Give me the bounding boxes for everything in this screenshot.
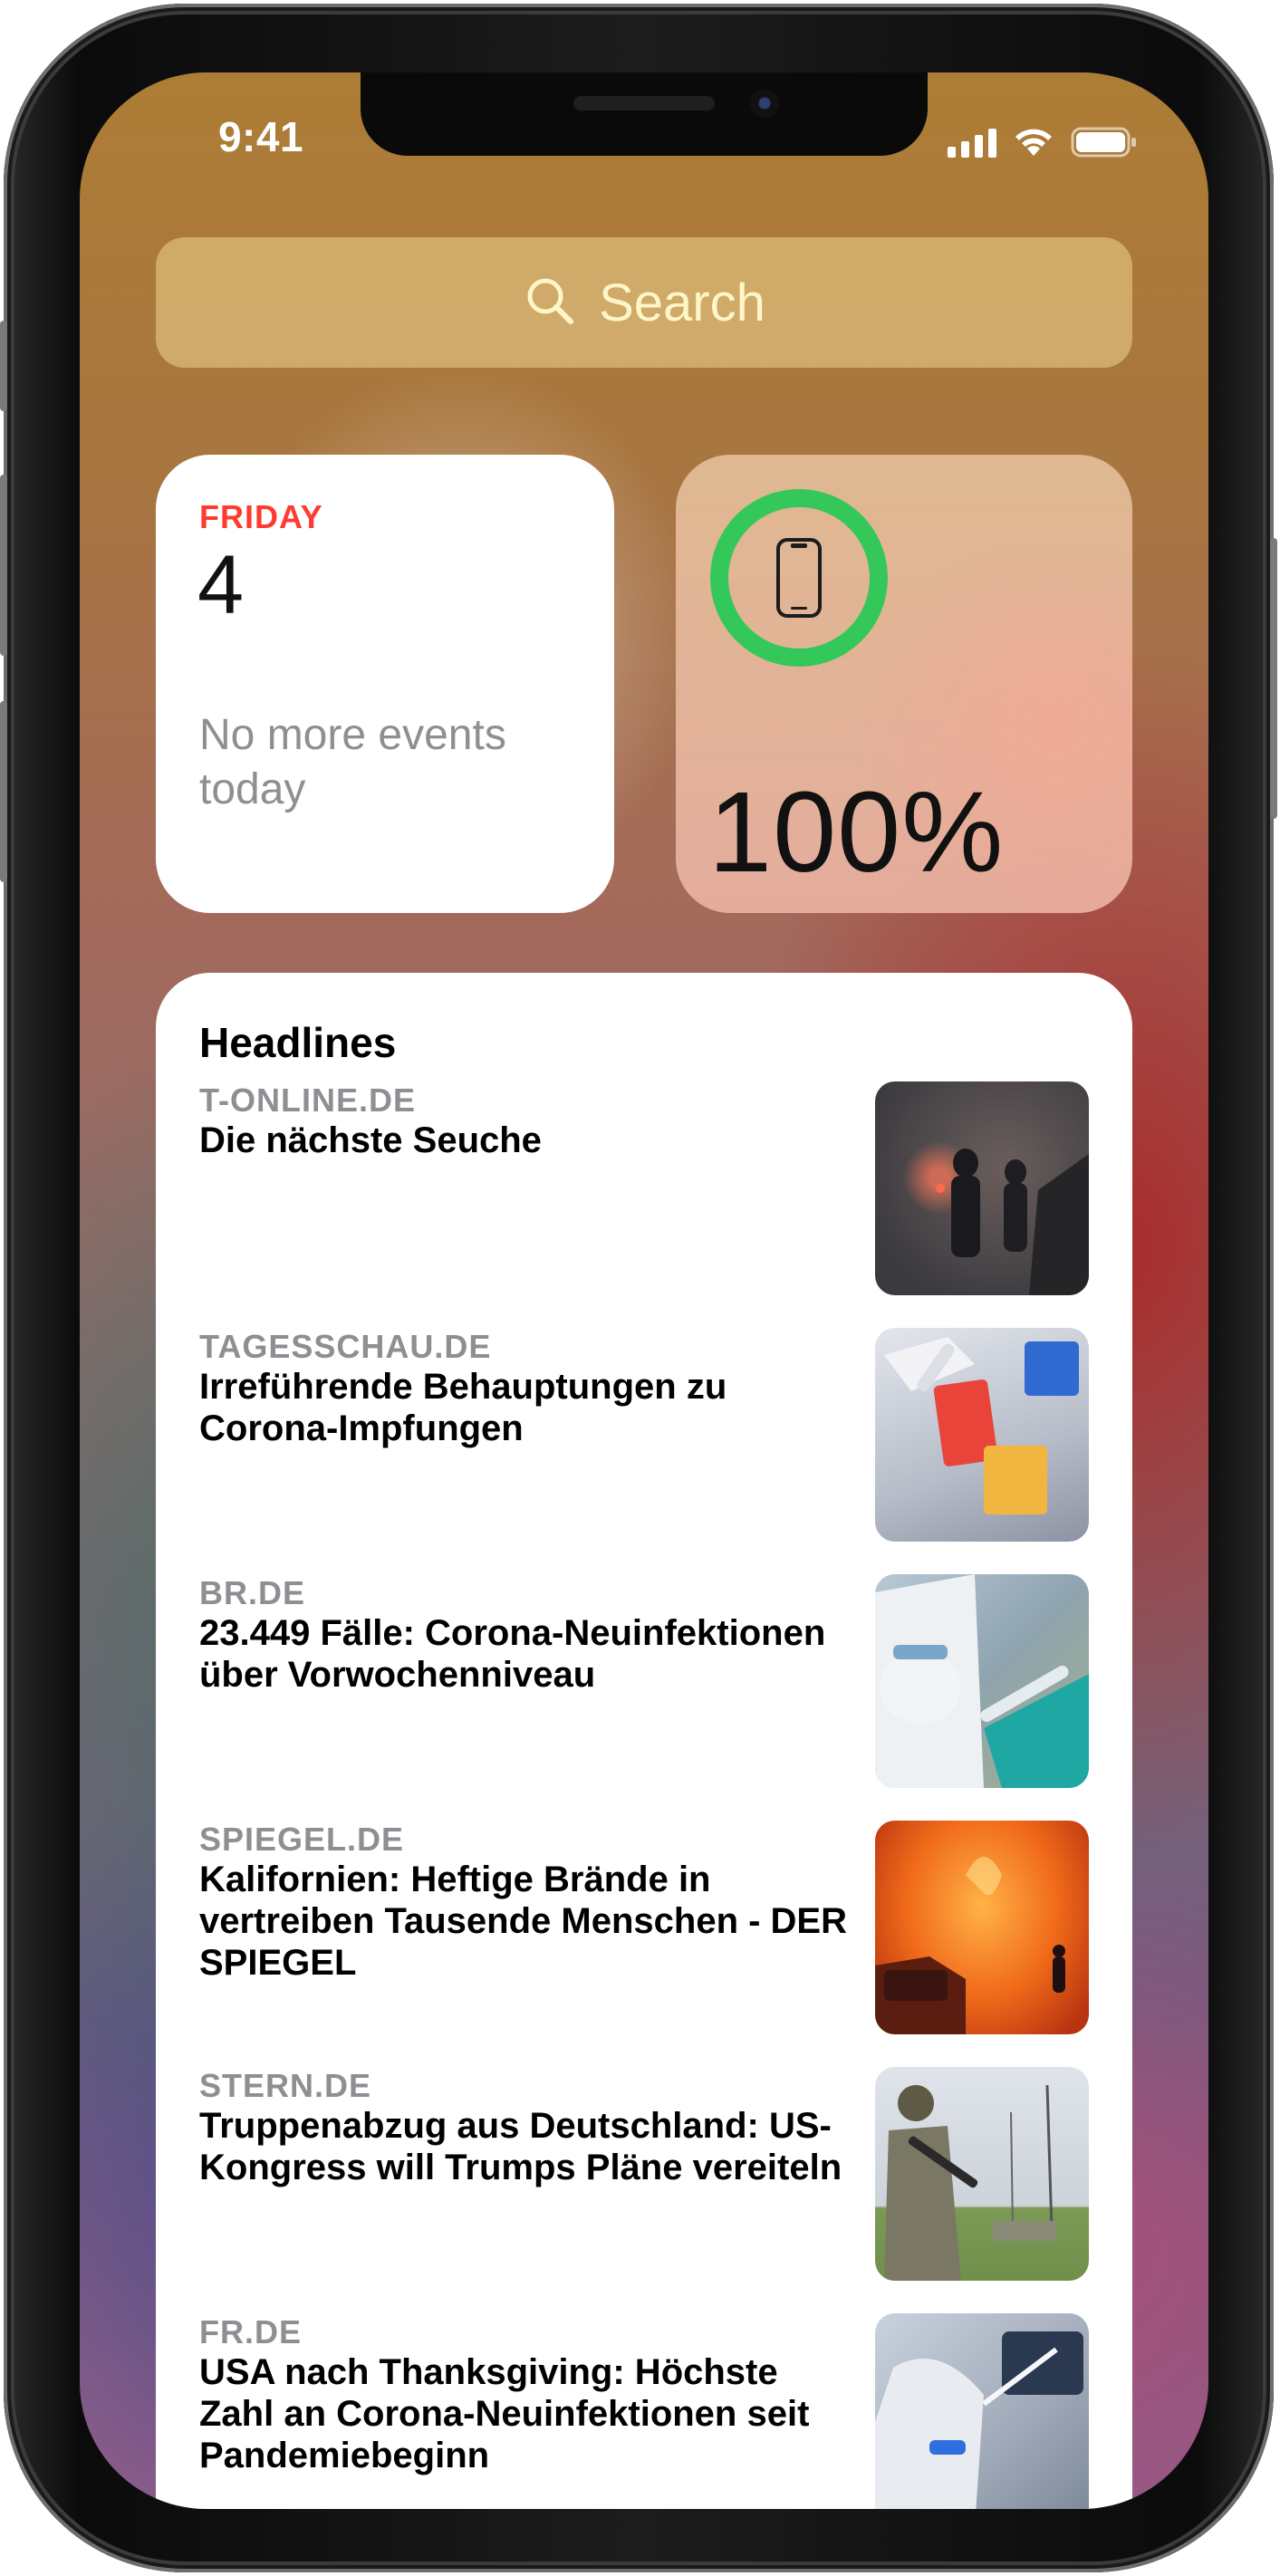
foggy-road-figures-image bbox=[875, 1081, 1089, 1295]
headline-item[interactable]: TAGESSCHAU.DE Irreführende Behauptungen … bbox=[199, 1328, 1089, 1542]
headline-source: SPIEGEL.DE bbox=[199, 1821, 405, 1858]
calendar-weekday: FRIDAY bbox=[199, 498, 323, 535]
home-screen-today-view: 9:41 Search FRIDAY 4 No more events toda… bbox=[80, 72, 1208, 2509]
front-camera bbox=[750, 89, 779, 118]
headlines-widget[interactable]: Headlines T-ONLINE.DE Die nächste Seuche bbox=[156, 973, 1132, 2509]
notch bbox=[361, 72, 928, 156]
wifi-icon bbox=[1013, 127, 1054, 158]
calendar-widget[interactable]: FRIDAY 4 No more events today bbox=[156, 455, 614, 913]
search-icon bbox=[523, 274, 577, 332]
headline-text: USA nach Thanksgiving: Höchste Zahl an C… bbox=[199, 2352, 810, 2475]
earpiece-speaker bbox=[573, 96, 715, 111]
battery-widget[interactable]: 100% bbox=[676, 455, 1132, 913]
battery-ring bbox=[710, 489, 888, 667]
headlines-title: Headlines bbox=[199, 1019, 397, 1066]
headline-item[interactable]: T-ONLINE.DE Die nächste Seuche bbox=[199, 1081, 1089, 1295]
mute-switch bbox=[0, 321, 7, 411]
hospital-image bbox=[875, 2313, 1089, 2509]
headline-text: Irreführende Behauptungen zu Corona-Impf… bbox=[199, 1367, 727, 1448]
headline-source: BR.DE bbox=[199, 1574, 306, 1611]
battery-icon bbox=[1071, 127, 1138, 158]
iphone-icon bbox=[776, 538, 822, 618]
volume-down-button bbox=[0, 701, 7, 882]
headline-text: Truppenabzug aus Deutschland: US-Kongres… bbox=[199, 2106, 842, 2187]
headline-item[interactable]: STERN.DE Truppenabzug aus Deutschland: U… bbox=[199, 2067, 1089, 2281]
headline-source: STERN.DE bbox=[199, 2067, 372, 2104]
vaccine-syringe-image bbox=[875, 1574, 1089, 1788]
calendar-events-text: No more events today bbox=[199, 711, 506, 813]
headline-text: Kalifornien: Heftige Brände in vertreibe… bbox=[199, 1860, 847, 1983]
headline-item[interactable]: FR.DE USA nach Thanksgiving: Höchste Zah… bbox=[199, 2313, 1089, 2509]
headline-item[interactable]: BR.DE 23.449 Fälle: Corona-Neuinfektione… bbox=[199, 1574, 1089, 1788]
status-time: 9:41 bbox=[217, 113, 304, 160]
status-icons bbox=[948, 121, 1138, 158]
power-button bbox=[1270, 538, 1277, 819]
battery-percent: 100% bbox=[708, 768, 1005, 896]
wildfire-image bbox=[875, 1821, 1089, 2034]
cellular-signal-icon bbox=[948, 127, 996, 158]
headline-item[interactable]: SPIEGEL.DE Kalifornien: Heftige Brände i… bbox=[199, 1821, 1089, 2034]
calendar-day-number: 4 bbox=[197, 539, 245, 631]
volume-up-button bbox=[0, 475, 7, 656]
soldier-image bbox=[875, 2067, 1089, 2281]
lab-pipette-image bbox=[875, 1328, 1089, 1542]
iphone-frame: 9:41 Search FRIDAY 4 No more events toda… bbox=[0, 4, 1277, 2572]
headline-source: TAGESSCHAU.DE bbox=[199, 1328, 492, 1365]
headline-text: 23.449 Fälle: Corona-Neuinfektionen über… bbox=[199, 1613, 826, 1695]
search-bar[interactable]: Search bbox=[156, 237, 1132, 368]
search-placeholder: Search bbox=[599, 273, 765, 332]
headline-source: FR.DE bbox=[199, 2313, 302, 2350]
headline-text: Die nächste Seuche bbox=[199, 1120, 542, 1160]
headline-source: T-ONLINE.DE bbox=[199, 1081, 417, 1119]
